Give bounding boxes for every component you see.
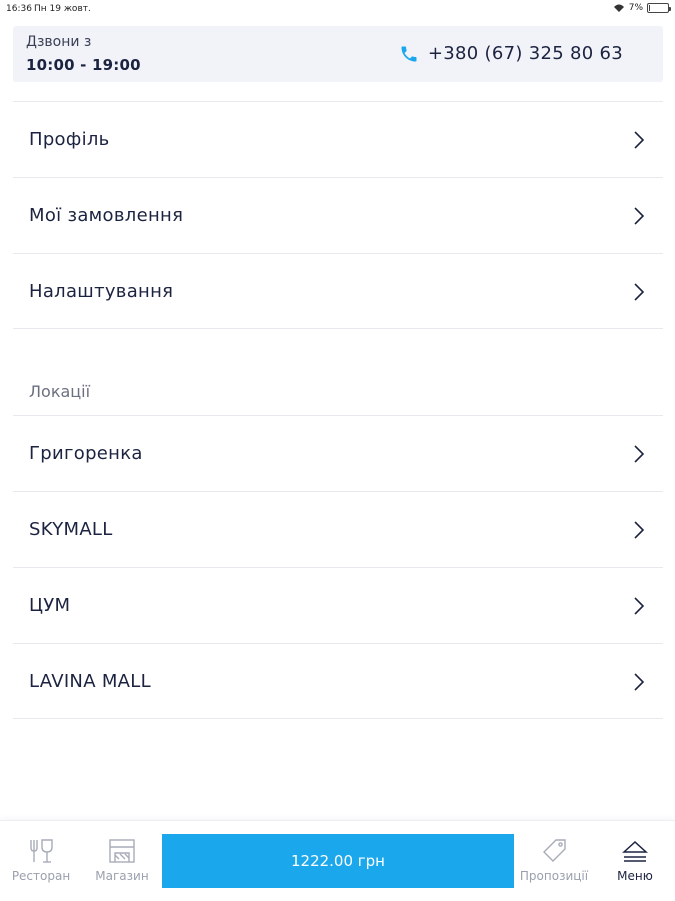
tab-shop[interactable]: Магазин [88, 821, 156, 901]
phone-number: +380 (67) 325 80 63 [427, 43, 623, 64]
battery-percent: 7% [628, 3, 643, 13]
chevron-right-icon [634, 131, 645, 149]
store-icon [109, 839, 135, 863]
location-item-tsum[interactable]: ЦУМ [13, 567, 663, 643]
battery-icon [647, 3, 671, 13]
menu-item-label: Налаштування [29, 280, 174, 302]
wine-glass-icon [30, 839, 53, 863]
status-date: Пн 19 жовт. [34, 4, 91, 14]
menu-item-settings[interactable]: Налаштування [13, 253, 663, 329]
location-item-lavina-mall[interactable]: LAVINA MALL [13, 643, 663, 719]
account-menu: Профіль Мої замовлення Налаштування [13, 101, 663, 329]
locations-section-title: Локації [29, 382, 91, 401]
location-item-skymall[interactable]: SKYMALL [13, 491, 663, 567]
wifi-icon [613, 4, 624, 12]
location-item-label: ЦУМ [29, 595, 71, 616]
battery-level [649, 5, 650, 11]
phone-link[interactable]: +380 (67) 325 80 63 [399, 43, 623, 64]
chevron-right-icon [634, 597, 645, 615]
menu-item-profile[interactable]: Профіль [13, 101, 663, 177]
call-hours-label: Дзвони з [26, 34, 92, 50]
status-bar: 16:36 Пн 19 жовт. 7% [0, 0, 675, 20]
menu-item-orders[interactable]: Мої замовлення [13, 177, 663, 253]
chevron-right-icon [634, 283, 645, 301]
chevron-right-icon [634, 521, 645, 539]
location-item-label: LAVINA MALL [29, 670, 151, 692]
tab-offers[interactable]: Пропозиції [518, 821, 590, 901]
tab-label: Ресторан [11, 869, 71, 883]
tab-menu[interactable]: Меню [600, 821, 670, 901]
bottom-tab-bar: Ресторан Магазин 1222.00 грн Пропозиції … [0, 820, 675, 900]
tab-restaurant[interactable]: Ресторан [5, 821, 77, 901]
menu-item-label: Мої замовлення [29, 205, 184, 226]
tab-label: Пропозиції [519, 869, 589, 883]
chevron-right-icon [634, 207, 645, 225]
tab-label: Меню [617, 869, 653, 883]
chevron-right-icon [634, 673, 645, 691]
tab-label: Магазин [95, 869, 149, 883]
menu-item-label: Профіль [29, 129, 110, 150]
locations-list: Григоренка SKYMALL ЦУМ LAVINA MALL [13, 415, 663, 719]
location-item-label: Григоренка [29, 443, 143, 464]
status-time: 16:36 [6, 4, 32, 14]
status-right: 7% [613, 3, 671, 13]
location-item-hryhorenka[interactable]: Григоренка [13, 415, 663, 491]
chevron-right-icon [634, 445, 645, 463]
cart-total-button[interactable]: 1222.00 грн [162, 834, 514, 888]
tag-icon [543, 839, 566, 862]
eject-menu-icon [622, 840, 648, 862]
phone-icon [401, 46, 417, 61]
call-hours-value: 10:00 - 19:00 [26, 56, 141, 74]
location-item-label: SKYMALL [29, 519, 113, 540]
call-banner: Дзвони з 10:00 - 19:00 +380 (67) 325 80 … [13, 26, 663, 82]
